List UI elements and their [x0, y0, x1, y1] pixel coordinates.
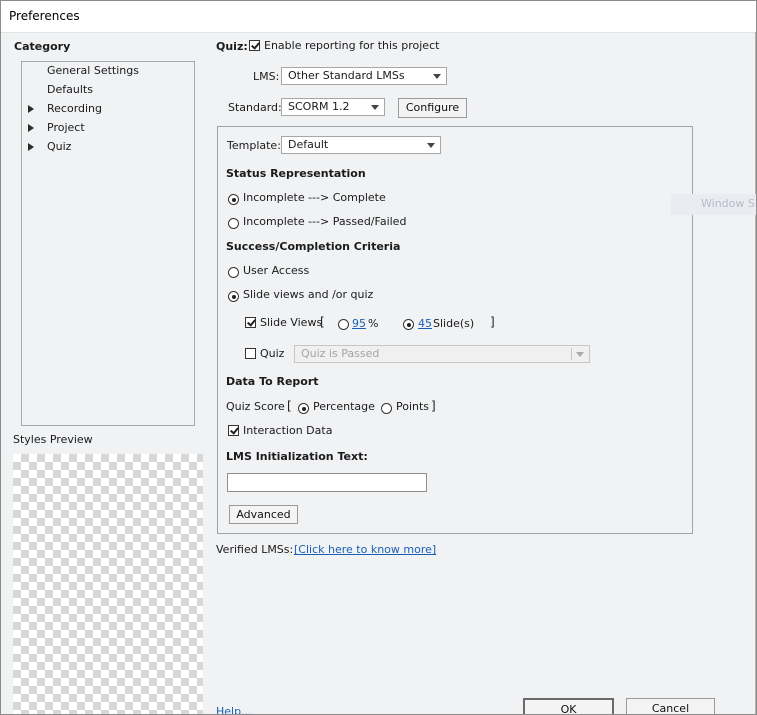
user-access-radio[interactable]	[228, 267, 239, 278]
chevron-down-icon	[576, 352, 584, 357]
score-points-label: Points	[396, 400, 430, 413]
interaction-data-checkbox[interactable]	[228, 425, 239, 436]
chevron-down-icon	[433, 74, 441, 79]
sidebar-item-defaults[interactable]: Defaults	[47, 82, 93, 98]
template-value: Default	[288, 138, 329, 151]
slide-views-close-bracket: ]	[490, 315, 495, 329]
configure-button[interactable]: Configure	[398, 98, 467, 118]
sidebar-item-label: Recording	[47, 102, 103, 115]
sidebar-item-label: Defaults	[47, 83, 93, 96]
standard-label: Standard:	[228, 101, 282, 114]
lms-dropdown[interactable]: Other Standard LMSs	[281, 67, 447, 85]
slide-views-checkbox[interactable]	[245, 317, 256, 328]
chevron-down-icon	[371, 105, 379, 110]
sidebar-item-label: Quiz	[47, 140, 72, 153]
quiz-criteria-dropdown[interactable]: Quiz is Passed	[294, 345, 590, 363]
expand-arrow-icon[interactable]	[28, 143, 34, 151]
quiz-score-close-bracket: ]	[431, 399, 436, 413]
chevron-down-icon	[427, 143, 435, 148]
dropdown-separator	[571, 348, 572, 360]
lms-init-text-input[interactable]	[227, 473, 427, 492]
standard-value: SCORM 1.2	[288, 100, 350, 113]
quiz-checkbox[interactable]	[245, 348, 256, 359]
enable-reporting-label: Enable reporting for this project	[264, 39, 440, 52]
status-passed-failed-radio[interactable]	[228, 218, 239, 229]
dialog-right-border	[755, 32, 756, 714]
cancel-button[interactable]: Cancel	[626, 698, 715, 714]
slide-views-percent-radio[interactable]	[338, 319, 349, 330]
interaction-data-label: Interaction Data	[243, 424, 333, 437]
score-points-radio[interactable]	[381, 403, 392, 414]
background-window-hint: Window S	[671, 194, 756, 215]
quiz-criteria-value: Quiz is Passed	[301, 347, 380, 360]
lms-value: Other Standard LMSs	[288, 69, 405, 82]
background-window-hint-text: Window S	[701, 197, 755, 210]
quiz-score-open-bracket: [	[287, 399, 292, 413]
status-complete-radio[interactable]	[228, 194, 239, 205]
criteria-heading: Success/Completion Criteria	[226, 240, 401, 253]
lms-label: LMS:	[253, 70, 280, 83]
slide-views-slides-radio[interactable]	[403, 319, 414, 330]
slide-views-open-bracket: [	[320, 315, 325, 329]
slide-views-percent-value[interactable]: 95	[352, 317, 366, 330]
slide-views-percent-unit: %	[368, 317, 379, 330]
expand-arrow-icon[interactable]	[28, 105, 34, 113]
slide-views-label: Slide Views	[260, 316, 323, 329]
styles-preview-canvas	[13, 454, 203, 714]
category-tree[interactable]: General Settings Defaults Recording Proj…	[21, 61, 195, 426]
data-report-heading: Data To Report	[226, 375, 319, 388]
ok-button[interactable]: OK	[523, 698, 614, 714]
status-passed-failed-label: Incomplete ---> Passed/Failed	[243, 215, 407, 228]
quiz-section-label: Quiz:	[216, 40, 248, 53]
template-label: Template:	[227, 139, 281, 152]
score-percentage-label: Percentage	[313, 400, 375, 413]
preferences-dialog: Preferences Category General Settings De…	[0, 0, 757, 715]
slide-views-slides-unit: Slide(s)	[433, 317, 475, 330]
quiz-label: Quiz	[260, 347, 285, 360]
sidebar-item-general-settings[interactable]: General Settings	[47, 63, 139, 79]
slide-views-quiz-radio[interactable]	[228, 291, 239, 302]
styles-preview-label: Styles Preview	[13, 433, 93, 446]
title-bar: Preferences	[1, 1, 756, 33]
enable-reporting-checkbox[interactable]	[249, 40, 260, 51]
expand-arrow-icon[interactable]	[28, 124, 34, 132]
standard-dropdown[interactable]: SCORM 1.2	[281, 98, 385, 116]
user-access-label: User Access	[243, 264, 310, 277]
slide-views-quiz-label: Slide views and /or quiz	[243, 288, 374, 301]
sidebar-item-label: Project	[47, 121, 85, 134]
template-dropdown[interactable]: Default	[281, 136, 441, 154]
verified-lms-link[interactable]: [Click here to know more]	[294, 543, 436, 556]
help-link[interactable]: Help...	[216, 705, 252, 714]
sidebar-item-recording[interactable]: Recording	[47, 101, 102, 117]
status-complete-label: Incomplete ---> Complete	[243, 191, 386, 204]
window-title: Preferences	[9, 9, 80, 23]
sidebar-item-project[interactable]: Project	[47, 120, 85, 136]
quiz-score-label: Quiz Score	[226, 400, 285, 413]
status-heading: Status Representation	[226, 167, 366, 180]
advanced-button[interactable]: Advanced	[229, 505, 298, 524]
score-percentage-radio[interactable]	[298, 403, 309, 414]
category-label: Category	[14, 40, 71, 53]
slide-views-slides-value[interactable]: 45	[418, 317, 432, 330]
sidebar-item-quiz[interactable]: Quiz	[47, 139, 71, 155]
verified-lms-label: Verified LMSs:	[216, 543, 294, 556]
lms-init-heading: LMS Initialization Text:	[226, 450, 368, 463]
sidebar-item-label: General Settings	[47, 64, 139, 77]
